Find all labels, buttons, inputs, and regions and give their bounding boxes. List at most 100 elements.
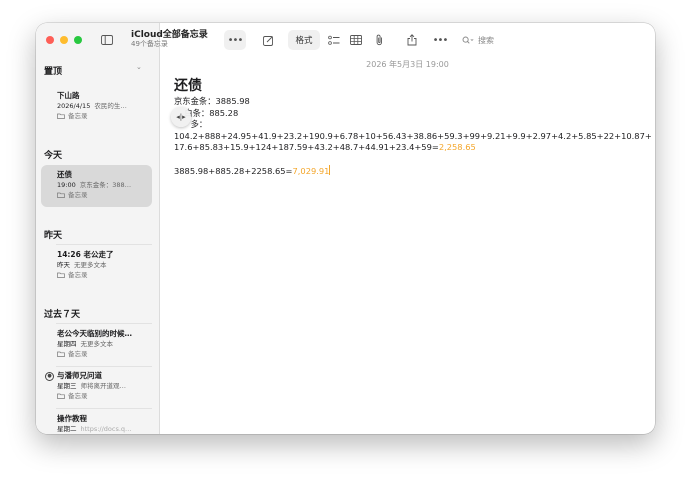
note-date: 19:00 <box>57 181 76 189</box>
maximize-window-button[interactable] <box>74 36 82 44</box>
window-subtitle: 49个备忘录 <box>131 40 168 48</box>
folder-icon <box>57 192 65 198</box>
note-timestamp: 2026 年5月3日 19:00 <box>366 60 449 69</box>
format-button[interactable]: 格式 <box>288 30 320 50</box>
note-title: 老公今天临别的时候… <box>57 329 132 338</box>
more-options-button[interactable]: ••• <box>430 30 450 50</box>
note-title: 还债 <box>57 170 72 179</box>
note-preview: 无更多文本 <box>74 261 107 269</box>
table-icon <box>350 35 362 45</box>
note-folder-label: 备忘录 <box>68 271 88 279</box>
divider <box>56 408 152 409</box>
ellipsis-icon: ••• <box>227 34 244 46</box>
note-line-huabei-suffix: 多： <box>190 119 208 129</box>
text-caret <box>329 165 331 175</box>
new-note-button[interactable] <box>258 30 278 50</box>
note-preview: 农民的生… <box>94 102 127 110</box>
folder-icon <box>57 393 65 399</box>
section-header-pinned: 置顶 <box>44 67 63 77</box>
search-icon <box>462 36 474 44</box>
formula-expression: 3885.98+885.28+2258.65= <box>174 166 293 176</box>
note-meta: 昨天 无更多文本 <box>57 260 153 270</box>
note-date: 星期三 <box>57 382 77 390</box>
section-header-yesterday: 昨天 <box>44 231 63 241</box>
window-title-block: iCloud全部备忘录 49个备忘录 <box>131 30 208 49</box>
note-folder: 备忘录 <box>57 391 153 401</box>
note-line-huabei: 花呗多： <box>174 119 652 131</box>
note-formula-total: 3885.98+885.28+2258.65=7,029.91 <box>174 165 652 178</box>
ellipsis-icon: ••• <box>432 34 449 46</box>
list-item[interactable]: 操作教程 星期二 https://docs.q… <box>57 414 153 434</box>
divider <box>56 323 152 324</box>
list-item[interactable]: 14:26 老公走了 昨天 无更多文本 备忘录 <box>57 250 153 280</box>
list-item[interactable]: 与潘师兄问道 星期三 师将离开道观… 备忘录 <box>57 371 153 401</box>
divider <box>56 244 152 245</box>
note-preview: 京东金条：388… <box>79 181 132 189</box>
chevron-down-icon[interactable]: ⌄ <box>136 63 142 71</box>
note-meta: 星期三 师将离开道观… <box>57 381 153 391</box>
checklist-icon <box>328 35 340 45</box>
list-item[interactable]: 下山路 2026/4/15 农民的生… 备忘录 <box>57 91 153 121</box>
folder-icon <box>57 272 65 278</box>
shared-user-icon: ● <box>45 372 54 381</box>
note-title: 下山路 <box>57 91 80 100</box>
note-folder-label: 备忘录 <box>68 191 88 199</box>
formula-expression: 104.2+888+24.95+41.9+23.2+190.9+6.78+10+… <box>174 130 652 153</box>
note-date: 昨天 <box>57 261 70 269</box>
compose-icon <box>262 35 273 46</box>
note-preview: 师将离开道观… <box>80 382 127 390</box>
note-meta: 19:00 京东金条：388… <box>57 180 153 190</box>
share-icon <box>407 34 417 46</box>
note-body[interactable]: 还债 京东金条：3885.98 借白条：885.28 花呗多： 104.2+88… <box>174 77 652 178</box>
note-folder-label: 备忘录 <box>68 112 88 120</box>
note-folder-label: 备忘录 <box>68 350 88 358</box>
more-list-button[interactable]: ••• <box>224 30 246 50</box>
checklist-button[interactable] <box>324 30 344 50</box>
note-date: 星期四 <box>57 340 77 348</box>
note-folder: 备忘录 <box>57 190 153 200</box>
note-heading: 还债 <box>174 78 202 94</box>
note-meta: 星期四 无更多文本 <box>57 339 153 349</box>
note-folder: 备忘录 <box>57 111 153 121</box>
note-date: 星期二 <box>57 425 77 433</box>
note-title: 操作教程 <box>57 414 87 423</box>
search-placeholder: 搜索 <box>478 35 494 45</box>
attachment-button[interactable] <box>370 30 388 50</box>
toolbar: iCloud全部备忘录 49个备忘录 ••• 格式 ••• 搜索 <box>36 23 655 57</box>
note-meta: 2026/4/15 农民的生… <box>57 101 153 111</box>
formula-result: 7,029.91 <box>292 166 330 176</box>
folder-icon <box>57 113 65 119</box>
close-window-button[interactable] <box>46 36 54 44</box>
search-field[interactable]: 搜索 <box>462 31 642 49</box>
section-header-today: 今天 <box>44 151 63 161</box>
formula-result: 2,258.65 <box>438 142 476 152</box>
sidebar-toggle-button[interactable] <box>98 30 116 50</box>
sidebar-resize-handle[interactable]: ◂|▸ <box>171 107 191 127</box>
note-folder: 备忘录 <box>57 349 153 359</box>
list-item-selected[interactable]: 还债 19:00 京东金条：388… 备忘录 <box>57 170 153 200</box>
note-preview: 无更多文本 <box>80 340 114 348</box>
note-title: 14:26 老公走了 <box>57 250 114 259</box>
list-item[interactable]: 老公今天临别的时候… 星期四 无更多文本 备忘录 <box>57 329 153 359</box>
sidebar-icon <box>101 35 113 45</box>
note-editor[interactable]: 2026 年5月3日 19:00 还债 京东金条：3885.98 借白条：885… <box>160 57 655 434</box>
note-formula-huabei: 104.2+888+24.95+41.9+23.2+190.9+6.78+10+… <box>174 131 652 154</box>
window-title: iCloud全部备忘录 <box>131 30 208 40</box>
note-title: 与潘师兄问道 <box>57 371 102 380</box>
note-meta: 星期二 https://docs.q… <box>57 424 153 434</box>
note-line-baitiao: 借白条：885.28 <box>174 108 652 120</box>
note-date: 2026/4/15 <box>57 102 91 110</box>
notes-window: 置顶 ⌄ 下山路 2026/4/15 农民的生… 备忘录 今天 还债 19:00 京… <box>36 23 655 434</box>
note-preview: https://docs.q… <box>80 425 132 433</box>
note-line-jd: 京东金条：3885.98 <box>174 96 250 106</box>
share-button[interactable] <box>402 30 422 50</box>
section-header-past-7-days: 过去７天 <box>44 310 81 320</box>
divider <box>56 366 152 367</box>
note-folder: 备忘录 <box>57 270 153 280</box>
folder-icon <box>57 351 65 357</box>
minimize-window-button[interactable] <box>60 36 68 44</box>
table-button[interactable] <box>346 30 366 50</box>
note-line-baitiao-text: 白条：885.28 <box>184 107 239 118</box>
paperclip-icon <box>376 34 382 46</box>
